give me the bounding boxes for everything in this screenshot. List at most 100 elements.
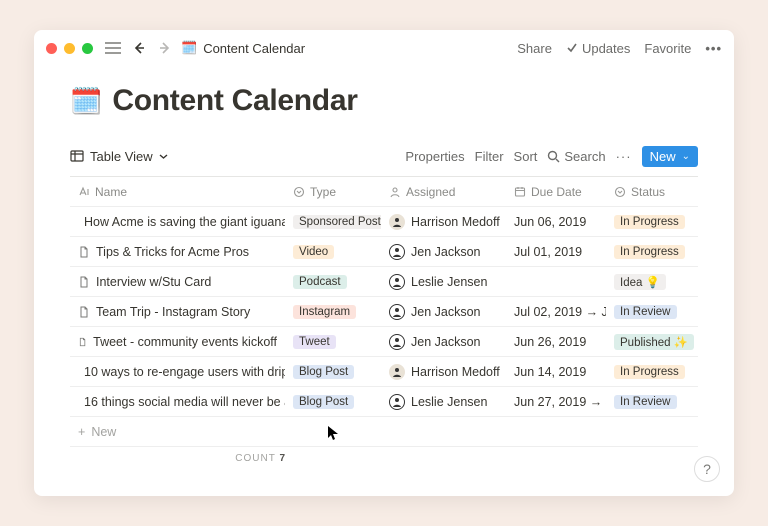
assigned-name: Jen Jackson [411, 305, 480, 319]
select-icon [614, 186, 626, 198]
cell-status[interactable]: Idea 💡 [606, 274, 698, 290]
cell-type[interactable]: Blog Post [285, 365, 381, 379]
database-table: Name Type Assigned Due Date Status [70, 176, 698, 470]
cell-status[interactable]: In Review [606, 395, 698, 409]
avatar [389, 394, 405, 410]
status-tag: In Progress [614, 365, 685, 379]
column-header-type[interactable]: Type [285, 185, 381, 199]
status-tag: Published ✨ [614, 334, 694, 350]
avatar [389, 364, 405, 380]
cursor-icon [327, 425, 339, 441]
column-header-status[interactable]: Status [606, 185, 698, 199]
type-tag: Sponsored Post [293, 215, 381, 229]
table-row[interactable]: Interview w/Stu CardPodcastLeslie Jensen… [70, 267, 698, 297]
type-tag: Tweet [293, 335, 336, 349]
cell-assigned[interactable]: Leslie Jensen [381, 274, 506, 290]
help-button[interactable]: ? [694, 456, 720, 482]
cell-assigned[interactable]: Jen Jackson [381, 334, 506, 350]
avatar [389, 244, 405, 260]
plus-icon: + [78, 425, 85, 439]
cell-name[interactable]: Team Trip - Instagram Story [70, 305, 285, 319]
column-header-name[interactable]: Name [70, 185, 285, 199]
table-icon [70, 149, 84, 163]
breadcrumb[interactable]: 🗓️ Content Calendar [181, 40, 305, 56]
table-view-tab[interactable]: Table View [70, 149, 168, 164]
cell-assigned[interactable]: Jen Jackson [381, 304, 506, 320]
cell-type[interactable]: Podcast [285, 275, 381, 289]
assigned-name: Jen Jackson [411, 335, 480, 349]
cell-assigned[interactable]: Jen Jackson [381, 244, 506, 260]
cell-status[interactable]: In Review [606, 305, 698, 319]
cell-name[interactable]: Tweet - community events kickoff [70, 335, 285, 349]
cell-due-date[interactable]: Jun 06, 2019 [506, 215, 606, 229]
assigned-name: Harrison Medoff [411, 215, 500, 229]
assigned-name: Leslie Jensen [411, 395, 487, 409]
page-icon [78, 276, 90, 288]
title-icon [78, 186, 90, 198]
search-button[interactable]: Search [547, 149, 605, 164]
updates-label: Updates [582, 41, 630, 56]
page-title: 🗓️ Content Calendar [70, 84, 698, 118]
table-row[interactable]: 10 ways to re-engage users with dripBlog… [70, 357, 698, 387]
table-row[interactable]: 16 things social media will never be aBl… [70, 387, 698, 417]
cell-status[interactable]: In Progress [606, 215, 698, 229]
minimize-window-button[interactable] [64, 43, 75, 54]
add-row-button[interactable]: + New [70, 417, 698, 447]
properties-button[interactable]: Properties [405, 149, 464, 164]
maximize-window-button[interactable] [82, 43, 93, 54]
page-title-text[interactable]: Content Calendar [112, 84, 357, 118]
cell-status[interactable]: In Progress [606, 245, 698, 259]
table-row[interactable]: Tweet - community events kickoff Tweet Jen… [70, 327, 698, 357]
page-icon[interactable]: 🗓️ [70, 86, 102, 117]
view-more-button[interactable]: ··· [616, 149, 632, 164]
column-header-assigned[interactable]: Assigned [381, 185, 506, 199]
cell-assigned[interactable]: Harrison Medoff [381, 364, 506, 380]
cell-assigned[interactable]: Leslie Jensen [381, 394, 506, 410]
new-button[interactable]: New ⌄ [642, 146, 698, 167]
new-label: New [650, 149, 676, 164]
favorite-button[interactable]: Favorite [644, 41, 691, 56]
sort-button[interactable]: Sort [514, 149, 538, 164]
updates-button[interactable]: Updates [566, 41, 630, 56]
table-row[interactable]: Team Trip - Instagram Story Instagram Jen … [70, 297, 698, 327]
status-tag: In Review [614, 305, 677, 319]
cell-type[interactable]: Blog Post [285, 395, 381, 409]
cell-type[interactable]: Instagram [285, 305, 381, 319]
cell-type[interactable]: Video [285, 245, 381, 259]
cell-assigned[interactable]: Harrison Medoff [381, 214, 506, 230]
cell-due-date[interactable]: Jun 26, 2019 [506, 335, 606, 349]
type-tag: Instagram [293, 305, 356, 319]
cell-name[interactable]: Tips & Tricks for Acme Pros [70, 245, 285, 259]
cell-due-date[interactable]: Jun 27, 2019 → Ju [506, 395, 606, 409]
status-tag: Idea 💡 [614, 274, 666, 290]
cell-status[interactable]: In Progress [606, 365, 698, 379]
cell-type[interactable]: Tweet [285, 335, 381, 349]
avatar [389, 304, 405, 320]
cell-name[interactable]: Interview w/Stu Card [70, 275, 285, 289]
forward-button[interactable] [157, 40, 173, 56]
page-icon [78, 246, 90, 258]
person-icon [389, 186, 401, 198]
cell-type[interactable]: Sponsored Post [285, 215, 381, 229]
cell-status[interactable]: Published ✨ [606, 334, 698, 350]
view-toolbar: Table View Properties Filter Sort Search… [70, 140, 698, 172]
cell-due-date[interactable]: Jun 14, 2019 [506, 365, 606, 379]
sidebar-toggle-icon[interactable] [105, 40, 121, 56]
close-window-button[interactable] [46, 43, 57, 54]
cell-name[interactable]: How Acme is saving the giant iguana [70, 215, 285, 229]
share-button[interactable]: Share [517, 41, 552, 56]
cell-name[interactable]: 10 ways to re-engage users with drip [70, 365, 285, 379]
status-tag: In Progress [614, 245, 685, 259]
assigned-name: Jen Jackson [411, 245, 480, 259]
back-button[interactable] [131, 40, 147, 56]
column-header-due-date[interactable]: Due Date [506, 185, 606, 199]
table-row[interactable]: Tips & Tricks for Acme ProsVideo Jen Jack… [70, 237, 698, 267]
more-menu-button[interactable]: ••• [705, 41, 722, 56]
chevron-down-icon: ⌄ [682, 151, 690, 162]
cell-due-date[interactable]: Jul 02, 2019 → Jul [506, 305, 606, 319]
cell-name[interactable]: 16 things social media will never be a [70, 395, 285, 409]
filter-button[interactable]: Filter [475, 149, 504, 164]
breadcrumb-text: Content Calendar [203, 41, 305, 56]
table-row[interactable]: How Acme is saving the giant iguana Spons… [70, 207, 698, 237]
cell-due-date[interactable]: Jul 01, 2019 [506, 245, 606, 259]
